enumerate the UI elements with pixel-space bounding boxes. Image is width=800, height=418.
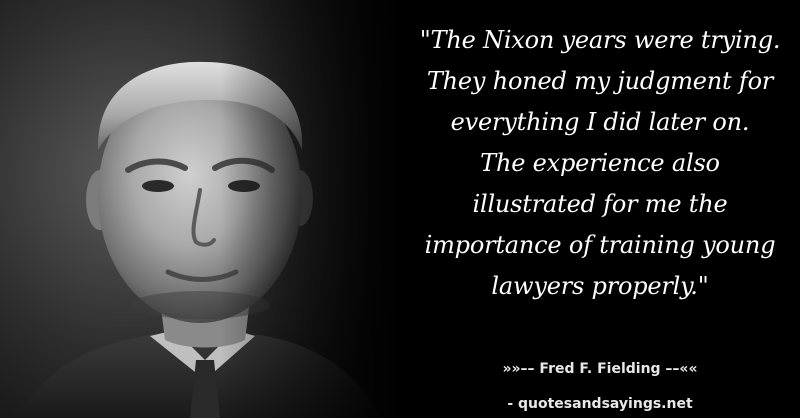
author-attribution: »»–– Fred F. Fielding ––«« xyxy=(502,361,698,377)
quote-text: "The Nixon years were trying. They honed… xyxy=(419,26,781,300)
portrait-photo xyxy=(0,0,400,418)
quote-area: "The Nixon years were trying. They honed… xyxy=(400,20,800,330)
site-credit: - quotesandsayings.net xyxy=(507,396,693,412)
quote-card: "The Nixon years were trying. They honed… xyxy=(0,0,800,418)
